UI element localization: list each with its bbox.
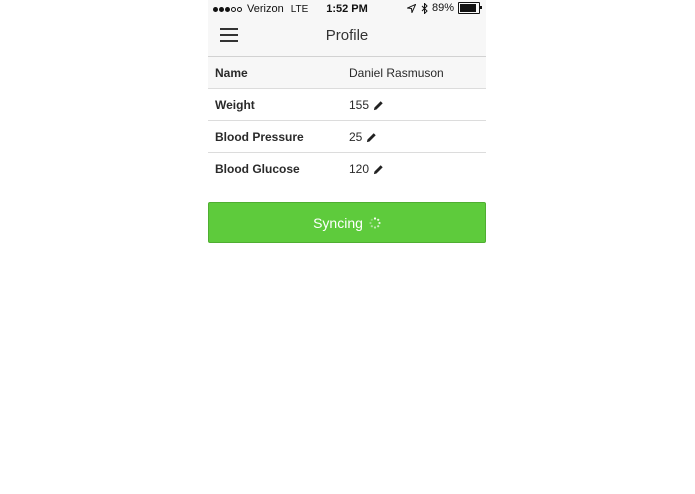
nav-bar: Profile [208, 18, 486, 57]
sync-button-label: Syncing [313, 214, 363, 231]
profile-row-name: Name Daniel Rasmuson [208, 57, 486, 89]
status-left: Verizon LTE [213, 3, 308, 15]
battery-percent: 89% [431, 2, 454, 14]
signal-dot [237, 6, 242, 12]
page-title: Profile [325, 27, 369, 44]
profile-table: Name Daniel Rasmuson Weight 155 Blood Pr… [208, 57, 486, 184]
signal-dot [225, 6, 230, 12]
phone-screen: Verizon LTE 1:52 PM 89% Profile Name Dan… [208, 0, 486, 494]
battery-icon [458, 2, 482, 14]
spinner-icon [369, 216, 381, 229]
carrier-name: Verizon [247, 3, 284, 15]
pencil-icon[interactable] [373, 164, 384, 175]
profile-row-weight: Weight 155 [208, 89, 486, 121]
blood-pressure-value: 25 [349, 130, 363, 144]
signal-dot [231, 6, 236, 12]
signal-strength-icon [213, 6, 243, 12]
row-label: Weight [215, 98, 255, 112]
menu-line [220, 34, 238, 36]
hamburger-menu-icon[interactable] [220, 28, 240, 46]
network-type: LTE [290, 3, 309, 15]
sync-button[interactable]: Syncing [208, 202, 486, 243]
row-value: 155 [349, 98, 384, 112]
location-arrow-icon [406, 3, 416, 13]
signal-dot [213, 6, 218, 12]
pencil-icon[interactable] [373, 100, 384, 111]
signal-dot [219, 6, 224, 12]
blood-glucose-value: 120 [349, 162, 370, 176]
menu-line [220, 28, 238, 30]
pencil-icon[interactable] [366, 132, 377, 143]
weight-value: 155 [349, 98, 370, 112]
row-value: Daniel Rasmuson [349, 66, 444, 80]
row-value: 25 [349, 130, 377, 144]
bluetooth-icon [421, 2, 428, 14]
battery-tip [480, 6, 482, 9]
status-bar: Verizon LTE 1:52 PM 89% [208, 0, 486, 18]
name-value: Daniel Rasmuson [349, 66, 444, 80]
profile-row-blood-glucose: Blood Glucose 120 [208, 153, 486, 184]
row-label: Name [215, 66, 248, 80]
battery-fill [460, 4, 477, 12]
row-value: 120 [349, 162, 384, 176]
profile-row-blood-pressure: Blood Pressure 25 [208, 121, 486, 153]
menu-line [220, 40, 238, 42]
row-label: Blood Pressure [215, 130, 304, 144]
status-right: 89% [406, 2, 482, 14]
row-label: Blood Glucose [215, 162, 300, 176]
